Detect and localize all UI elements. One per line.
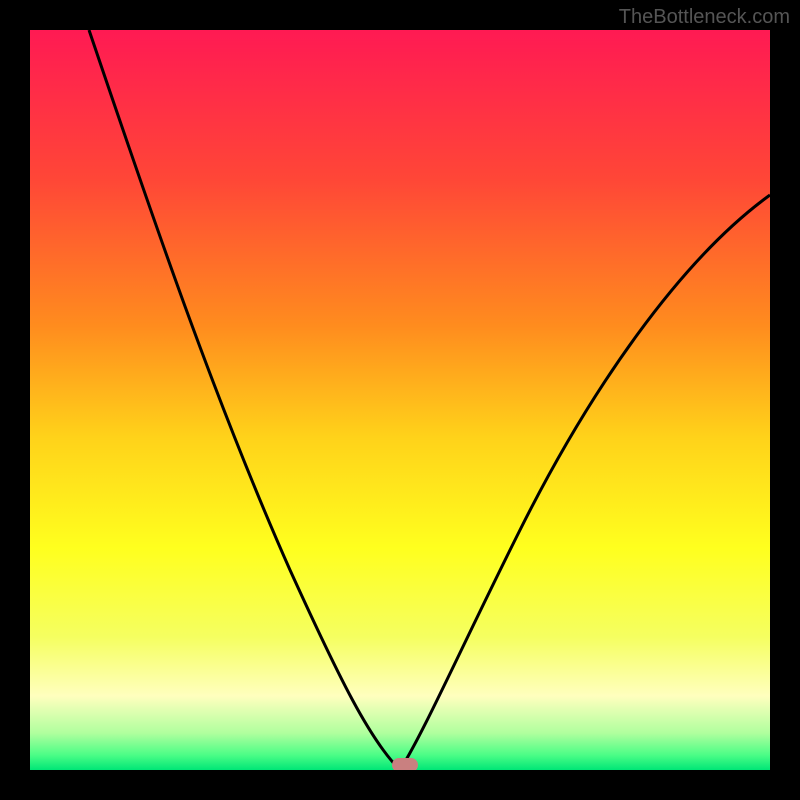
gradient-background [30,30,770,770]
watermark-text: TheBottleneck.com [619,6,790,29]
minimum-marker [392,758,418,770]
chart-svg [30,30,770,770]
chart-plot-area [30,30,770,770]
